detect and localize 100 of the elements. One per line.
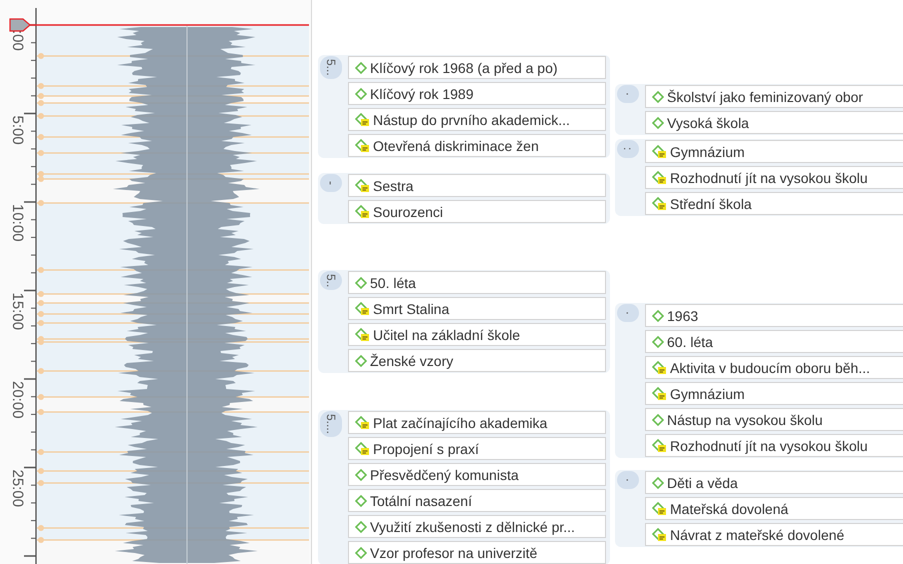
time-label: :00 [9, 30, 26, 51]
group-badge[interactable]: 5.... [320, 411, 342, 438]
time-label: 5:00 [9, 116, 26, 145]
group-badge[interactable]: 5.. [320, 271, 342, 290]
code-item[interactable]: Vysoká škola [645, 111, 903, 134]
code-label: Gymnázium [670, 144, 745, 160]
code-item[interactable]: Návrat z mateřské dovolené [645, 523, 903, 546]
code-item[interactable]: Sestra [348, 174, 606, 197]
code-item[interactable]: Využití zkušenosti z dělnické pr... [348, 515, 606, 538]
code-item[interactable]: Klíčový rok 1989 [348, 82, 606, 105]
code-item[interactable]: Učitel na základní škole [348, 323, 606, 346]
memo-icon [652, 144, 667, 158]
code-label: Klíčový rok 1968 (a před a po) [370, 60, 558, 76]
memo-icon [652, 528, 667, 542]
memo-icon [355, 178, 370, 192]
code-label: Smrt Stalina [373, 300, 450, 316]
code-item[interactable]: Rozhodnutí jít na vysokou školu [645, 166, 903, 189]
code-label: Návrat z mateřské dovolené [670, 526, 844, 542]
memo-icon [355, 138, 370, 152]
code-label: Rozhodnutí jít na vysokou školu [670, 438, 868, 454]
code-label: 60. léta [667, 334, 713, 350]
code-item[interactable]: Propojení s praxí [348, 437, 606, 460]
code-icon [652, 310, 664, 322]
memo-icon [355, 302, 370, 316]
memo-icon [652, 502, 667, 516]
code-item[interactable]: Školství jako feminizovaný obor [645, 85, 903, 108]
code-icon [652, 116, 664, 128]
code-icon [355, 88, 367, 100]
group-badge[interactable]: - [320, 174, 342, 192]
code-label: Střední škola [670, 196, 752, 212]
code-item[interactable]: Vzor profesor na univerzitě [348, 541, 606, 564]
code-label: Nástup na vysokou školu [667, 412, 823, 428]
group-badge[interactable]: · [617, 85, 639, 103]
code-icon [355, 546, 367, 558]
code-label: Vysoká škola [667, 114, 749, 130]
code-label: Sourozenci [373, 204, 444, 220]
code-label: Aktivita v budoucím oboru běh... [670, 360, 870, 376]
code-icon [355, 520, 367, 532]
code-item[interactable]: Nástup do prvního akademick... [348, 108, 606, 131]
code-item[interactable]: Gymnázium [645, 140, 903, 163]
group-badge[interactable]: · [617, 304, 639, 322]
code-item[interactable]: Sourozenci [348, 200, 606, 223]
code-item[interactable]: Totální nasazení [348, 489, 606, 512]
code-item[interactable]: Plat začínajícího akademika [348, 411, 606, 434]
code-label: Gymnázium [670, 386, 745, 402]
memo-icon [652, 170, 667, 184]
code-item[interactable]: Přesvědčený komunista [348, 463, 606, 486]
code-icon [652, 336, 664, 348]
code-item[interactable]: Otevřená diskriminace žen [348, 134, 606, 157]
code-label: Vzor profesor na univerzitě [370, 544, 538, 560]
code-item[interactable]: Mateřská dovolená [645, 497, 903, 520]
code-label: Propojení s praxí [373, 440, 479, 456]
code-item[interactable]: Nástup na vysokou školu [645, 408, 903, 431]
playhead-marker[interactable] [9, 18, 309, 32]
code-label: Učitel na základní škole [373, 326, 520, 342]
code-label: Ženské vzory [370, 352, 454, 368]
group-badge[interactable]: · [617, 471, 639, 489]
code-item[interactable]: Gymnázium [645, 382, 903, 405]
time-label: 20:00 [9, 381, 26, 419]
code-label: Školství jako feminizovaný obor [667, 88, 864, 104]
code-item[interactable]: 60. léta [645, 330, 903, 353]
code-icon [355, 494, 367, 506]
group-badge[interactable]: 5... [320, 56, 342, 79]
code-item[interactable]: Děti a věda [645, 471, 903, 494]
memo-icon [355, 442, 370, 456]
code-icon [652, 90, 664, 102]
code-icon [652, 414, 664, 426]
code-label: Nástup do prvního akademick... [373, 112, 570, 128]
code-icon [355, 276, 367, 288]
group-badge[interactable]: : [617, 140, 639, 158]
code-label: Rozhodnutí jít na vysokou školu [670, 170, 868, 186]
code-label: Využití zkušenosti z dělnické pr... [370, 518, 575, 534]
code-icon [355, 468, 367, 480]
time-label: 25:00 [9, 470, 26, 508]
code-icon [355, 354, 367, 366]
code-icon [652, 476, 664, 488]
code-label: Klíčový rok 1989 [370, 86, 474, 102]
code-item[interactable]: Klíčový rok 1968 (a před a po) [348, 56, 606, 79]
code-label: Otevřená diskriminace žen [373, 138, 539, 154]
code-label: Děti a věda [667, 474, 738, 490]
code-item[interactable]: Střední škola [645, 192, 903, 215]
code-item[interactable]: Ženské vzory [348, 349, 606, 372]
memo-icon [355, 328, 370, 342]
time-label: 10:00 [9, 204, 26, 242]
memo-icon [355, 204, 370, 218]
code-item[interactable]: Rozhodnutí jít na vysokou školu [645, 434, 903, 457]
code-label: 1963 [667, 308, 698, 324]
code-item[interactable]: 1963 [645, 304, 903, 327]
code-item[interactable]: Aktivita v budoucím oboru běh... [645, 356, 903, 379]
memo-icon [355, 112, 370, 126]
code-label: Plat začínajícího akademika [373, 414, 548, 430]
code-item[interactable]: Smrt Stalina [348, 297, 606, 320]
memo-icon [652, 196, 667, 210]
code-item[interactable]: 50. léta [348, 271, 606, 294]
code-label: 50. léta [370, 274, 416, 290]
code-icon [355, 62, 367, 74]
code-label: Sestra [373, 178, 414, 194]
memo-icon [652, 438, 667, 452]
code-label: Totální nasazení [370, 492, 472, 508]
memo-icon [652, 386, 667, 400]
